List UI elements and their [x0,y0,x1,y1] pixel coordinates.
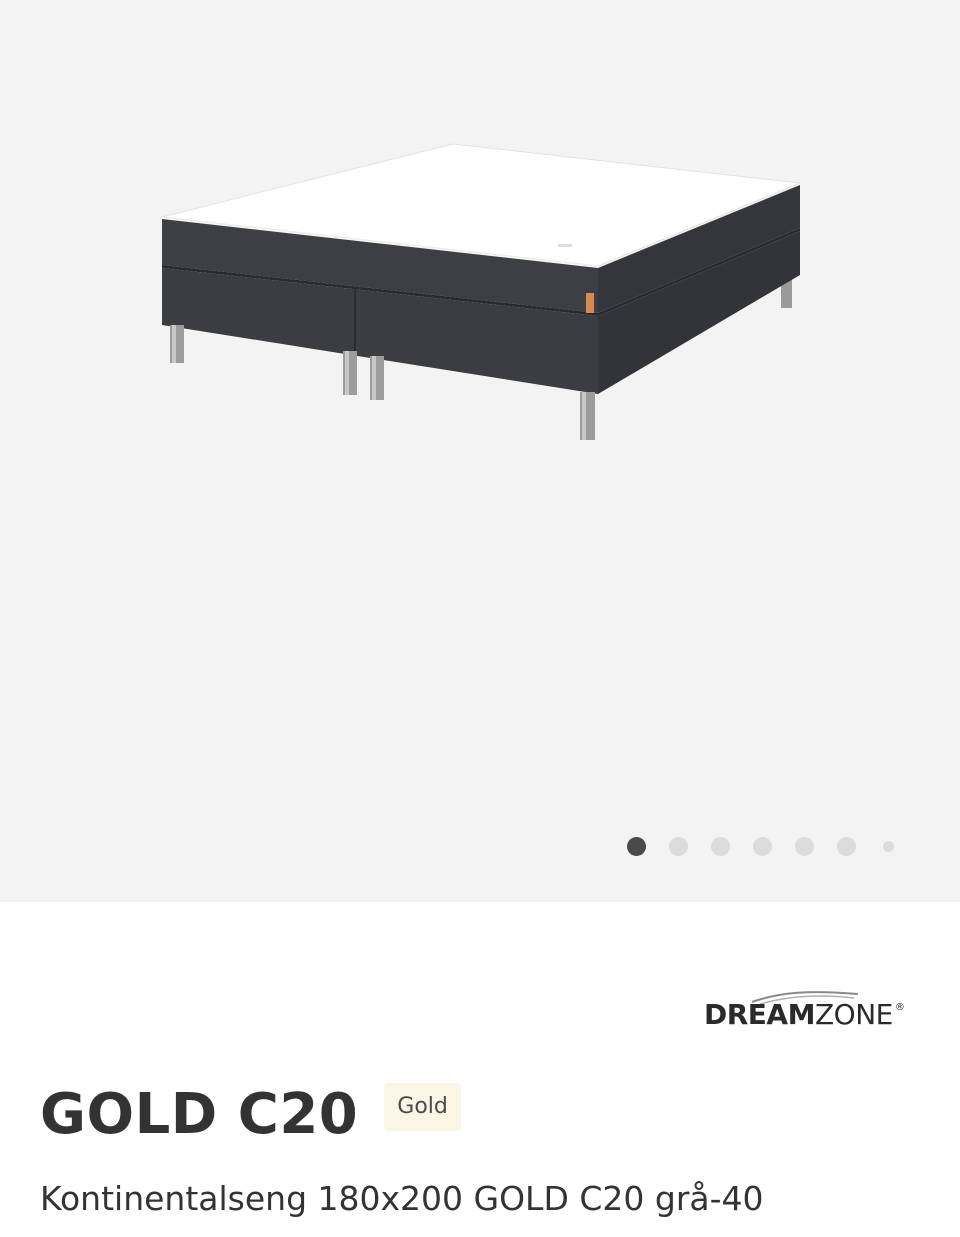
registered-mark: ® [894,1002,905,1013]
brand-name-regular: ZONE [814,998,893,1031]
gallery-dot-2[interactable] [669,836,688,856]
product-title: GOLD C20 [40,1082,359,1147]
gallery-dot-3[interactable] [711,836,730,856]
title-row: GOLD C20 Gold [40,1080,461,1150]
gallery-dot-6[interactable] [837,836,856,856]
product-subtitle: Kontinentalseng 180x200 GOLD C20 grå-40 [40,1179,764,1218]
gallery-dot-5[interactable] [795,836,814,856]
gallery-dot-4[interactable] [753,836,772,856]
gallery-pagination [627,836,894,856]
product-image[interactable] [150,130,820,450]
brand-name-bold: DREAM [704,998,815,1031]
brand-logo[interactable]: DREAMZONE ® [700,988,930,1048]
gallery-dot-7[interactable] [883,840,894,852]
gallery-dot-1[interactable] [627,836,646,856]
brand-name: DREAMZONE ® [704,998,905,1031]
tier-badge: Gold [384,1083,461,1131]
product-info: DREAMZONE ® GOLD C20 Gold Kontinentalseng… [0,902,960,1237]
product-image-gallery[interactable] [0,0,960,902]
